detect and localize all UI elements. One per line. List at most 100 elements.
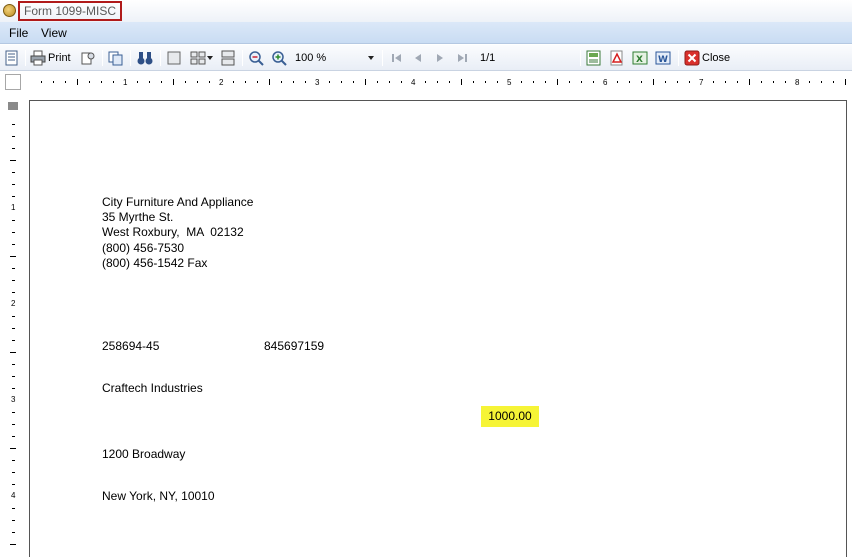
export-word-button[interactable]: W — [655, 49, 671, 67]
ruler-tick — [641, 81, 642, 83]
document-map-button[interactable] — [4, 49, 20, 67]
ruler-tick — [12, 508, 15, 509]
ruler-tick — [12, 220, 15, 221]
ruler-number: 3 — [315, 78, 320, 87]
ruler-tick — [10, 544, 16, 545]
copy-button[interactable] — [108, 49, 124, 67]
ruler-tick — [677, 81, 678, 83]
ruler-number: 4 — [11, 491, 16, 500]
ruler-tick — [449, 81, 450, 83]
ruler-tick — [12, 424, 15, 425]
zoom-dropdown-arrow-icon — [368, 56, 374, 60]
ruler-tick — [12, 376, 15, 377]
ruler-tick — [12, 148, 15, 149]
svg-text:W: W — [658, 55, 668, 65]
ruler-tick — [65, 81, 66, 83]
recipient-name: Craftech Industries — [102, 381, 203, 395]
ruler-number: 1 — [11, 203, 16, 212]
ruler-tick — [545, 81, 546, 83]
ruler-number: 8 — [795, 78, 800, 87]
binoculars-icon — [137, 50, 153, 66]
menu-view[interactable]: View — [41, 26, 67, 40]
ruler-tick — [245, 81, 246, 83]
word-icon: W — [655, 50, 671, 66]
ruler-tick — [12, 520, 15, 521]
ruler-tick — [341, 81, 342, 83]
ruler-tick — [617, 81, 618, 83]
ruler-tick — [473, 81, 474, 83]
menu-file[interactable]: File — [9, 26, 28, 40]
last-page-icon — [455, 50, 471, 66]
vertical-ruler-marker — [8, 102, 18, 110]
zoom-out-button[interactable] — [248, 49, 264, 67]
pdf-icon — [609, 50, 625, 66]
last-page-button[interactable] — [455, 49, 471, 67]
ruler-tick — [665, 81, 666, 83]
ruler-tick — [365, 79, 366, 85]
close-icon — [684, 50, 700, 66]
close-button[interactable]: Close — [684, 49, 730, 67]
ruler-number: 4 — [411, 78, 416, 87]
zoom-in-icon — [271, 50, 287, 66]
ruler-tick — [12, 412, 15, 413]
ruler-tick — [12, 328, 15, 329]
ruler-tick — [425, 81, 426, 83]
ruler-number: 6 — [603, 78, 608, 87]
payer-phone: (800) 456-7530 — [102, 241, 185, 255]
export-button[interactable] — [586, 49, 602, 67]
next-page-icon — [432, 50, 448, 66]
ruler-tick — [12, 316, 15, 317]
multi-page-button[interactable] — [190, 49, 213, 67]
ruler-tick — [749, 79, 750, 85]
ruler-tick — [12, 244, 15, 245]
ruler-tick — [12, 364, 15, 365]
ruler-tick — [401, 81, 402, 83]
ruler-tick — [725, 81, 726, 83]
ruler-tick — [197, 81, 198, 83]
ruler-tick — [809, 81, 810, 83]
payer-city: West Roxbury, MA 02132 — [102, 225, 244, 239]
ruler-tick — [461, 79, 462, 85]
print-button[interactable]: Print — [30, 49, 71, 67]
single-page-button[interactable] — [166, 49, 182, 67]
zoom-select[interactable]: 100 % — [291, 49, 378, 67]
first-page-button[interactable] — [388, 49, 404, 67]
ruler-tick — [353, 81, 354, 83]
export-pdf-button[interactable] — [609, 49, 625, 67]
ruler-tick — [497, 81, 498, 83]
document-map-icon — [4, 50, 20, 66]
ruler-tick — [653, 79, 654, 85]
continuous-pages-icon — [220, 50, 236, 66]
export-excel-button[interactable]: X — [632, 49, 648, 67]
export-icon — [586, 50, 602, 66]
ruler-tick — [12, 292, 15, 293]
ruler-tick — [10, 160, 16, 161]
ruler-tick — [485, 81, 486, 83]
ruler-tick — [12, 136, 15, 137]
app-icon — [3, 4, 16, 17]
ruler-tick — [377, 81, 378, 83]
recipient-city: New York, NY, 10010 — [102, 489, 215, 503]
excel-icon: X — [632, 50, 648, 66]
ruler-tick — [821, 81, 822, 83]
ruler-tick — [629, 81, 630, 83]
payer-tin: 258694-45 — [102, 339, 160, 353]
ruler-tick — [569, 81, 570, 83]
zoom-in-button[interactable] — [271, 49, 287, 67]
ruler-number: 5 — [507, 78, 512, 87]
next-page-button[interactable] — [432, 49, 448, 67]
ruler-tick — [12, 388, 15, 389]
ruler-tick — [845, 79, 846, 85]
ruler-tick — [533, 81, 534, 83]
page-setup-button[interactable] — [80, 49, 96, 67]
continuous-view-button[interactable] — [220, 49, 236, 67]
ruler-tick — [773, 81, 774, 83]
ruler-tick — [521, 81, 522, 83]
amount-value: 1000.00 — [481, 406, 539, 427]
ruler-tick — [10, 256, 16, 257]
previous-page-button[interactable] — [410, 49, 426, 67]
recipient-street: 1200 Broadway — [102, 447, 186, 461]
ruler-tick — [12, 484, 15, 485]
find-button[interactable] — [137, 49, 153, 67]
ruler-tick — [12, 436, 15, 437]
